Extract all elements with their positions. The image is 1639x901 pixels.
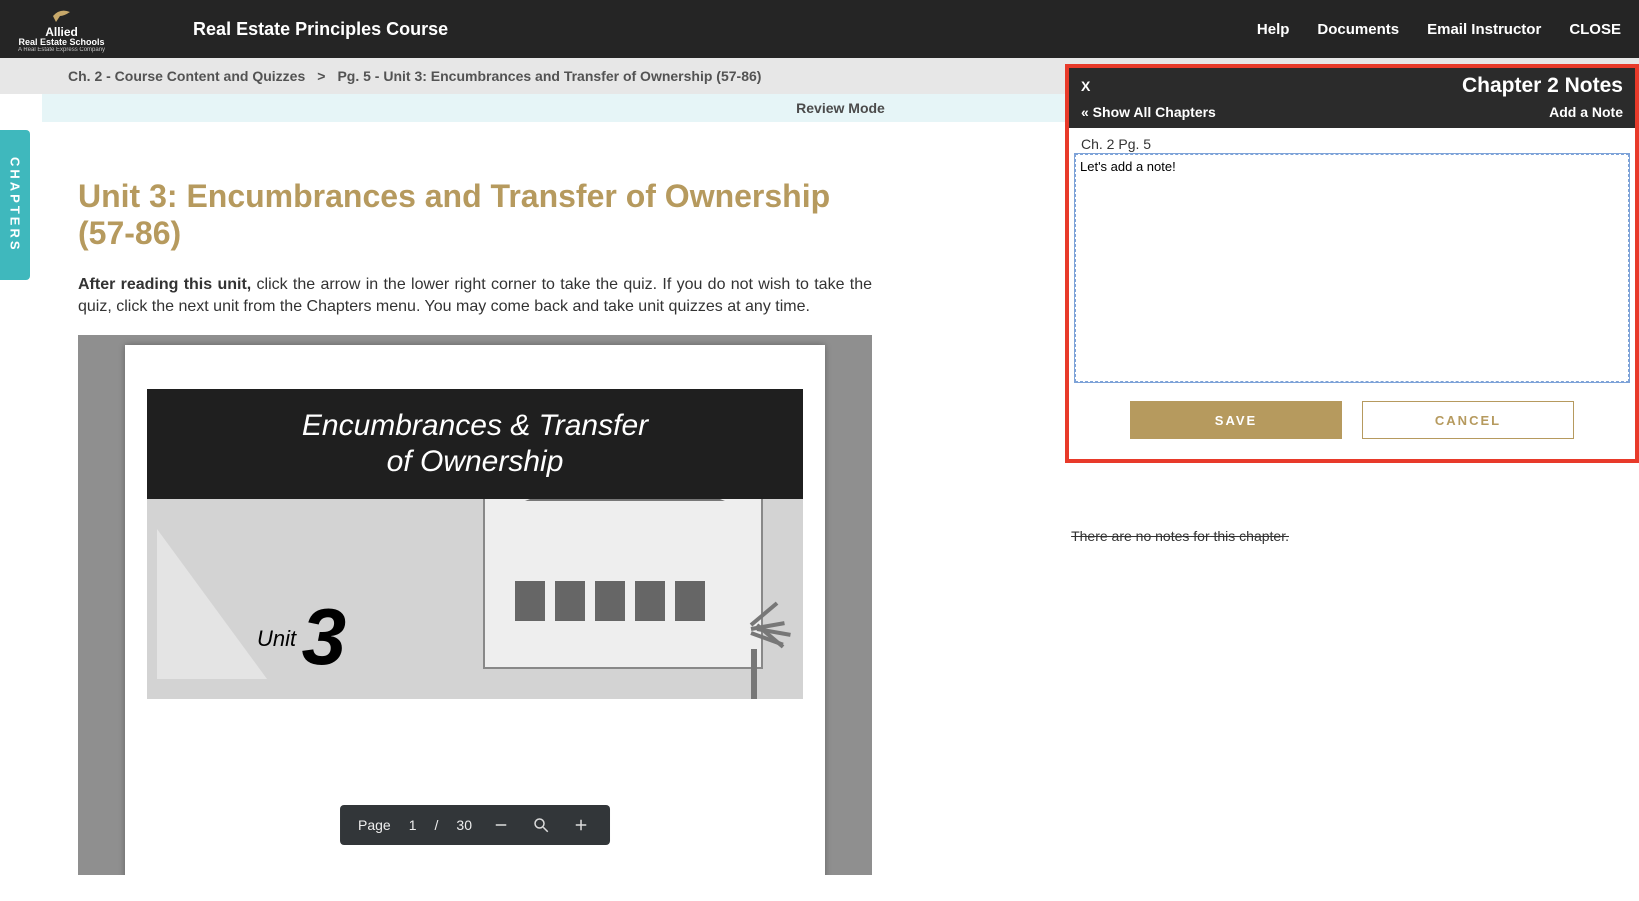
unit-title: Unit 3: Encumbrances and Transfer of Own… bbox=[78, 178, 872, 252]
note-buttons: SAVE CANCEL bbox=[1069, 387, 1635, 459]
minus-icon bbox=[492, 816, 510, 834]
nav-documents[interactable]: Documents bbox=[1317, 21, 1399, 38]
course-title: Real Estate Principles Course bbox=[193, 19, 448, 40]
hummingbird-icon bbox=[50, 6, 74, 24]
show-all-chapters-link[interactable]: « Show All Chapters bbox=[1081, 104, 1216, 120]
cancel-note-button[interactable]: CANCEL bbox=[1362, 401, 1574, 439]
notes-header: X Chapter 2 Notes « Show All Chapters Ad… bbox=[1069, 68, 1635, 128]
zoom-reset-button[interactable] bbox=[530, 814, 552, 836]
crumb-page: Pg. 5 - Unit 3: Encumbrances and Transfe… bbox=[337, 68, 761, 84]
note-location: Ch. 2 Pg. 5 bbox=[1069, 128, 1635, 154]
zoom-out-button[interactable] bbox=[490, 814, 512, 836]
top-nav: Help Documents Email Instructor CLOSE bbox=[1257, 21, 1639, 38]
instructions-bold: After reading this unit, bbox=[78, 276, 251, 293]
pdf-page-current[interactable]: 1 bbox=[409, 817, 417, 833]
no-notes-text: There are no notes for this chapter. bbox=[1071, 528, 1289, 544]
cover-line2: of Ownership bbox=[387, 444, 564, 480]
unit-number: 3 bbox=[302, 592, 347, 681]
chapters-side-tab[interactable]: CHAPTERS bbox=[0, 130, 30, 280]
cover-line1: Encumbrances & Transfer bbox=[302, 408, 648, 444]
brand-line2: Real Estate Schools bbox=[19, 38, 105, 47]
brand-logo: Allied Real Estate Schools A Real Estate… bbox=[0, 6, 123, 53]
pdf-viewer: Encumbrances & Transfer of Ownership bbox=[78, 335, 872, 875]
unit-word: Unit bbox=[257, 626, 296, 651]
nav-help[interactable]: Help bbox=[1257, 21, 1290, 38]
save-note-button[interactable]: SAVE bbox=[1130, 401, 1342, 439]
notes-title: Chapter 2 Notes bbox=[1462, 74, 1623, 98]
unit-number-label: Unit 3 bbox=[257, 591, 346, 683]
magnifier-icon bbox=[532, 816, 550, 834]
pdf-page-label: Page bbox=[358, 817, 391, 833]
pdf-cover-title: Encumbrances & Transfer of Ownership bbox=[147, 389, 803, 499]
brand-name: Allied bbox=[45, 26, 78, 38]
add-note-link[interactable]: Add a Note bbox=[1549, 104, 1623, 120]
pdf-page[interactable]: Encumbrances & Transfer of Ownership bbox=[125, 345, 825, 875]
unit-instructions: After reading this unit, click the arrow… bbox=[78, 274, 872, 317]
crumb-separator: > bbox=[317, 68, 325, 84]
pdf-page-total: 30 bbox=[456, 817, 472, 833]
sailboat-shape bbox=[157, 529, 267, 679]
pdf-toolbar: Page 1 / 30 bbox=[340, 805, 610, 845]
nav-email-instructor[interactable]: Email Instructor bbox=[1427, 21, 1541, 38]
top-bar: Allied Real Estate Schools A Real Estate… bbox=[0, 0, 1639, 58]
crumb-chapter[interactable]: Ch. 2 - Course Content and Quizzes bbox=[68, 68, 305, 84]
house-shape bbox=[483, 499, 763, 669]
brand-line3: A Real Estate Express Company bbox=[18, 47, 105, 53]
pdf-page-sep: / bbox=[435, 817, 439, 833]
pdf-intro-heading: INTRODUCTION bbox=[375, 871, 556, 875]
plus-icon bbox=[572, 816, 590, 834]
zoom-in-button[interactable] bbox=[570, 814, 592, 836]
palm-shape bbox=[723, 609, 783, 699]
nav-close[interactable]: CLOSE bbox=[1569, 21, 1621, 38]
notes-panel: X Chapter 2 Notes « Show All Chapters Ad… bbox=[1065, 64, 1639, 463]
notes-close-button[interactable]: X bbox=[1081, 78, 1090, 94]
note-textarea[interactable] bbox=[1075, 154, 1629, 382]
pdf-cover-photo: Unit 3 bbox=[147, 499, 803, 699]
main-content: Unit 3: Encumbrances and Transfer of Own… bbox=[0, 122, 900, 875]
breadcrumb: Ch. 2 - Course Content and Quizzes > Pg.… bbox=[68, 68, 761, 84]
